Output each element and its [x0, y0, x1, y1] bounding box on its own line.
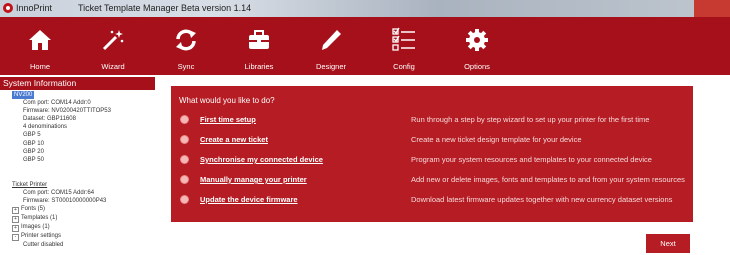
expand-icon[interactable]: + — [12, 225, 19, 233]
home-icon — [29, 30, 51, 50]
device-detail: Dataset: GBP11608 — [23, 116, 76, 123]
tree-node-label: Fonts (5) — [21, 206, 46, 213]
system-info-header: System Information — [0, 77, 155, 90]
maximize-button[interactable] — [674, 0, 694, 17]
printer-detail: Firmware: ST00010000000P43 — [23, 198, 107, 205]
device-detail: GBP 50 — [23, 156, 44, 163]
app-name: InnoPrint — [16, 3, 53, 13]
nav-designer-label: Designer — [315, 62, 346, 71]
tree-node-images[interactable]: + Images (1) — [3, 223, 155, 233]
device-detail: Firmware: NV0200420TTITOP53 — [23, 108, 111, 115]
tree-node-label: Images (1) — [21, 224, 50, 231]
option-description: Create a new ticket design template for … — [411, 135, 582, 144]
option-link[interactable]: Create a new ticket — [200, 135, 268, 144]
pen-icon — [322, 30, 341, 50]
option-description: Program your system resources and templa… — [411, 155, 652, 164]
minimize-button[interactable] — [654, 0, 674, 17]
system-info-panel: System Information NV200 Com port: COM14… — [0, 77, 155, 255]
option-link[interactable]: Update the device firmware — [200, 195, 298, 204]
actions-heading: What would you like to do? — [179, 96, 275, 105]
option-link[interactable]: Manually manage your printer — [200, 175, 307, 184]
tree-node-label: Printer settings — [21, 233, 62, 240]
option-description: Run through a step by step wizard to set… — [411, 115, 650, 124]
main-toolbar: Home Wizard Sync Libraries Designer Conf… — [0, 17, 730, 75]
nav-wizard-label: Wizard — [101, 62, 125, 71]
device-detail: Com port: COM14 Addr:0 — [23, 100, 91, 107]
printer-setting-detail: Cutter disabled — [23, 242, 64, 249]
nav-sync-button[interactable]: Sync — [156, 17, 216, 75]
tree-node-fonts[interactable]: + Fonts (5) — [3, 205, 155, 215]
printer-detail: Com port: COM15 Addr:64 — [23, 189, 95, 196]
device-detail: GBP 5 — [23, 132, 41, 139]
printer-node[interactable]: Ticket Printer — [3, 181, 155, 189]
device-detail: GBP 20 — [23, 148, 44, 155]
nav-libraries-label: Libraries — [244, 62, 274, 71]
option-update-firmware[interactable]: Update the device firmware Download late… — [171, 193, 693, 209]
nav-libraries-button[interactable]: Libraries — [229, 17, 289, 75]
tree-node-label: Templates (1) — [21, 215, 58, 222]
nav-sync-label: Sync — [177, 62, 195, 71]
option-description: Download latest firmware updates togethe… — [411, 195, 673, 204]
nav-designer-button[interactable]: Designer — [301, 17, 361, 75]
nav-wizard-button[interactable]: Wizard — [83, 17, 143, 75]
option-first-time-setup[interactable]: First time setup Run through a step by s… — [171, 113, 693, 129]
bullet-icon — [180, 115, 189, 124]
option-link[interactable]: Synchronise my connected device — [200, 155, 323, 164]
system-info-tree: NV200 Com port: COM14 Addr:0 Firmware: N… — [0, 91, 155, 249]
device-detail: GBP 10 — [23, 140, 44, 147]
expand-icon[interactable]: + — [12, 207, 19, 215]
option-link[interactable]: First time setup — [200, 115, 256, 124]
bullet-icon — [180, 195, 189, 204]
option-manage-printer[interactable]: Manually manage your printer Add new or … — [171, 173, 693, 189]
tree-node-printer-settings[interactable]: - Printer settings — [3, 232, 155, 242]
checklist-icon — [392, 27, 415, 51]
bullet-icon — [180, 135, 189, 144]
innoprint-logo-icon — [3, 3, 13, 13]
window-controls — [654, 0, 730, 17]
tree-node-templates[interactable]: + Templates (1) — [3, 214, 155, 224]
briefcase-icon — [249, 30, 269, 49]
nav-config-button[interactable]: Config — [374, 17, 434, 75]
sync-icon — [176, 29, 196, 51]
gear-icon — [466, 29, 488, 51]
device-detail: 4 denominations — [23, 124, 68, 131]
wand-icon — [102, 30, 124, 51]
close-button[interactable] — [694, 0, 730, 17]
option-synchronise-device[interactable]: Synchronise my connected device Program … — [171, 153, 693, 169]
bullet-icon — [180, 175, 189, 184]
option-create-ticket[interactable]: Create a new ticket Create a new ticket … — [171, 133, 693, 149]
device-node[interactable]: NV200 — [12, 91, 35, 100]
window-title: Ticket Template Manager Beta version 1.1… — [78, 3, 252, 13]
expand-icon[interactable]: + — [12, 216, 19, 224]
collapse-icon[interactable]: - — [12, 234, 19, 242]
window-title-bar: InnoPrint Ticket Template Manager Beta v… — [0, 0, 730, 18]
option-description: Add new or delete images, fonts and temp… — [411, 175, 685, 184]
nav-config-label: Config — [393, 62, 415, 71]
bullet-icon — [180, 155, 189, 164]
nav-home-label: Home — [29, 62, 50, 71]
next-button[interactable]: Next — [646, 234, 690, 253]
nav-options-label: Options — [464, 62, 490, 71]
nav-options-button[interactable]: Options — [447, 17, 507, 75]
nav-home-button[interactable]: Home — [10, 17, 70, 75]
actions-panel: What would you like to do? First time se… — [171, 86, 693, 222]
